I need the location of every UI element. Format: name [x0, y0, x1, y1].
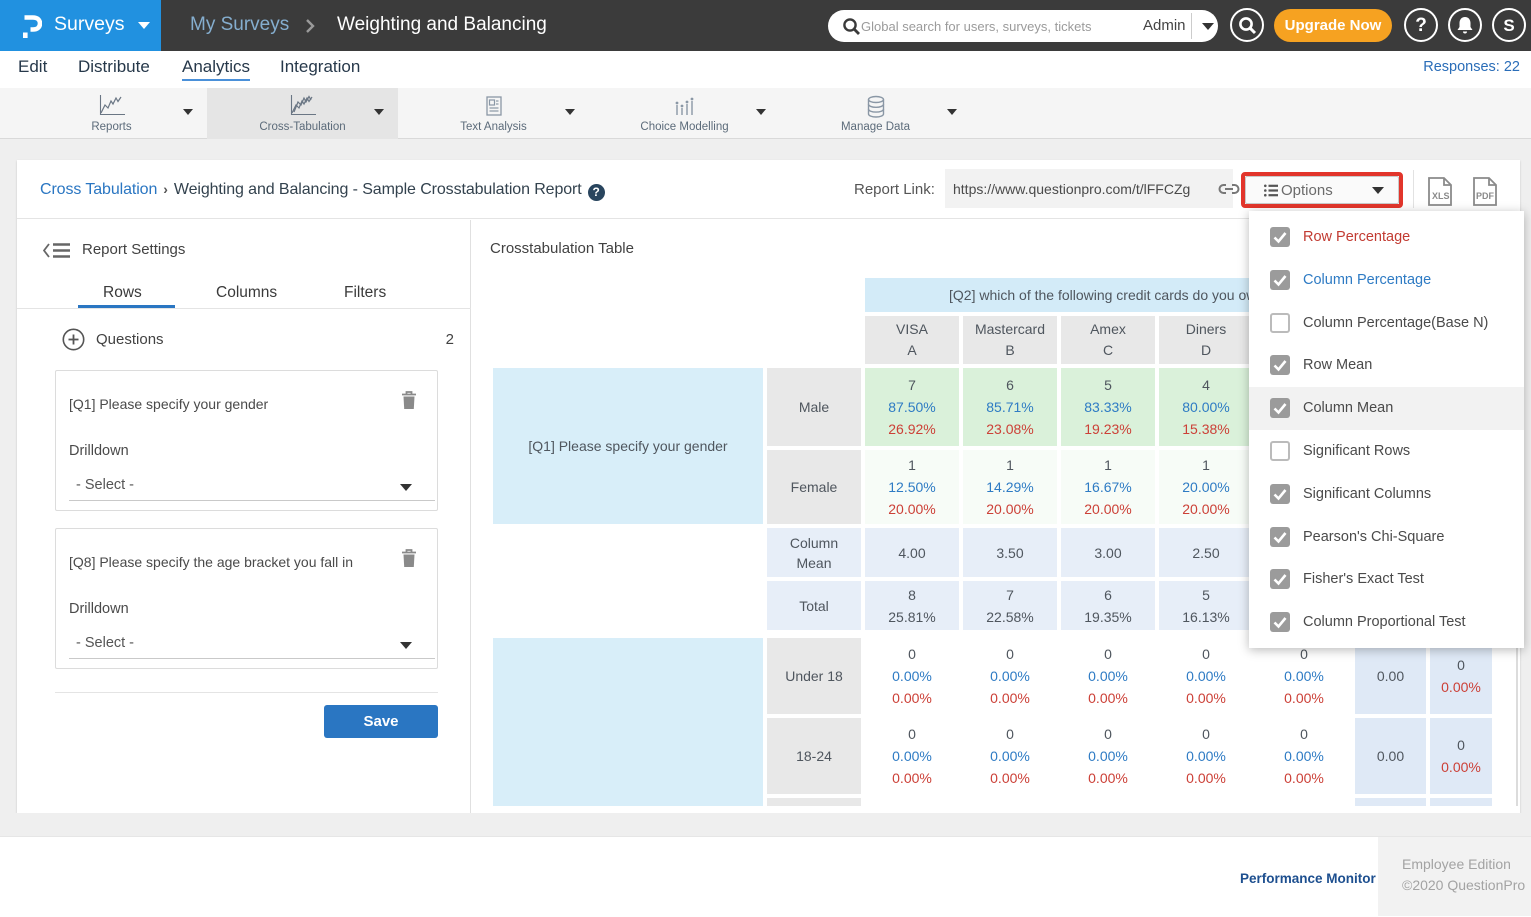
svg-text:XLS: XLS — [1432, 191, 1450, 201]
svg-text:PDF: PDF — [1476, 191, 1495, 201]
